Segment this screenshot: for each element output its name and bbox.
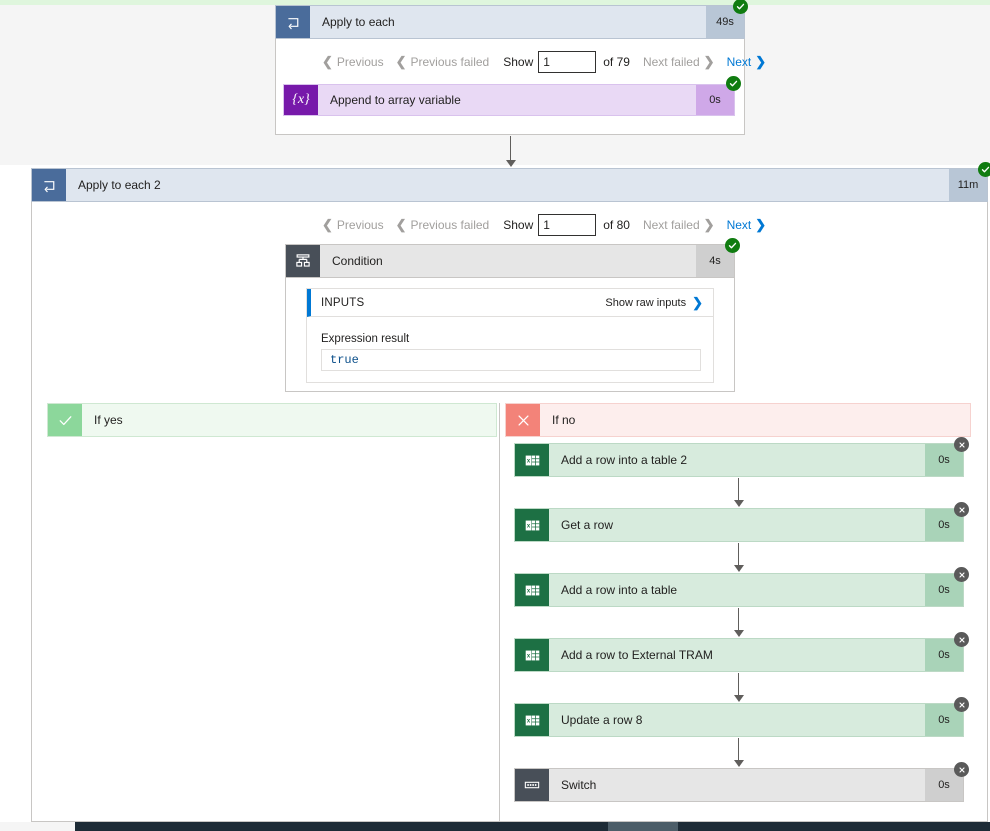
switch-icon — [515, 769, 549, 801]
connector-1 — [734, 543, 744, 572]
apply-to-each-1-title: Apply to each — [322, 15, 395, 29]
expression-result-label: Expression result — [321, 333, 410, 345]
branch-if-no-header: If no — [505, 403, 971, 437]
action-status-badge-skipped — [954, 567, 969, 582]
chevron-left-icon: ❮ — [395, 54, 407, 69]
connector-2 — [734, 608, 744, 637]
chevron-left-icon: ❮ — [322, 217, 333, 232]
action-title: Update a row 8 — [561, 713, 643, 727]
condition-status-badge — [725, 238, 740, 253]
previous-failed-button-2[interactable]: ❮ Previous failed — [390, 217, 496, 233]
action-status-badge-skipped — [954, 437, 969, 452]
previous-failed-button-1[interactable]: ❮ Previous failed — [390, 54, 496, 70]
condition-icon — [286, 245, 320, 277]
excel-icon: x — [515, 509, 549, 541]
previous-button-2[interactable]: ❮ Previous — [316, 217, 390, 233]
action-title: Append to array variable — [330, 93, 461, 107]
chevron-left-icon: ❮ — [322, 54, 333, 69]
action-card-add-a-row-into-a-table[interactable]: x Add a row into a table 0s — [514, 573, 964, 607]
connector-4 — [734, 738, 744, 767]
action-status-badge-skipped — [954, 697, 969, 712]
condition-title: Condition — [332, 254, 383, 268]
apply-to-each-1-header[interactable]: Apply to each 49s — [275, 5, 745, 39]
previous-button-1[interactable]: ❮ Previous — [316, 54, 390, 70]
chevron-right-icon: ❯ — [692, 295, 703, 310]
chevron-right-icon: ❯ — [703, 54, 715, 69]
branch-if-no-label: If no — [552, 413, 576, 427]
branch-if-yes-label: If yes — [94, 413, 123, 427]
action-title: Add a row to External TRAM — [561, 648, 713, 662]
chevron-right-icon: ❯ — [755, 54, 767, 69]
append-to-array-variable-status-badge — [726, 76, 741, 91]
apply-to-each-1-pager[interactable]: ❮ Previous ❮ Previous failed Show of 79 … — [316, 51, 772, 73]
loop-icon — [276, 6, 310, 38]
next-failed-button-2[interactable]: Next failed ❯ — [637, 217, 721, 233]
variable-icon: {x} — [284, 85, 318, 115]
inputs-heading: INPUTS — [321, 296, 365, 309]
os-taskbar — [0, 822, 990, 831]
page-number-input-1[interactable] — [538, 51, 597, 73]
action-card-get-a-row[interactable]: x Get a row 0s — [514, 508, 964, 542]
action-title: Switch — [561, 778, 597, 792]
show-raw-inputs-link[interactable]: Show raw inputs ❯ — [605, 289, 703, 317]
excel-icon: x — [515, 444, 549, 476]
expression-result-value: true — [321, 349, 701, 371]
branch-divider — [499, 403, 500, 822]
excel-icon: x — [515, 704, 549, 736]
action-card-add-a-row-into-a-table-2[interactable]: x Add a row into a table 2 0s — [514, 443, 964, 477]
apply-to-each-2-pager[interactable]: ❮ Previous ❮ Previous failed Show of 80 … — [316, 214, 772, 236]
apply-to-each-2-title: Apply to each 2 — [78, 178, 161, 192]
apply-to-each-2-status-badge — [978, 162, 990, 177]
page-count-2: of 80 — [603, 218, 630, 232]
branch-if-yes-header: If yes — [47, 403, 497, 437]
next-failed-button-1[interactable]: Next failed ❯ — [637, 54, 721, 70]
cross-icon — [506, 404, 540, 436]
action-title: Add a row into a table — [561, 583, 678, 597]
action-card-append-to-array-variable[interactable]: {x} Append to array variable 0s — [283, 84, 735, 116]
chevron-left-icon: ❮ — [395, 217, 407, 232]
next-button-1[interactable]: Next ❯ — [721, 54, 773, 70]
action-title: Get a row — [561, 518, 614, 532]
action-status-badge-skipped — [954, 762, 969, 777]
show-label-1: Show — [503, 55, 534, 69]
action-card-update-a-row-8[interactable]: x Update a row 8 0s — [514, 703, 964, 737]
page-count-1: of 79 — [603, 55, 630, 69]
page-number-input-2[interactable] — [538, 214, 597, 236]
taskbar-left-gap — [0, 822, 75, 831]
checkmark-icon — [48, 404, 82, 436]
chevron-right-icon: ❯ — [703, 217, 715, 232]
connector-loop1-to-loop2 — [506, 136, 516, 167]
condition-inputs-box: INPUTS Show raw inputs ❯ Expression resu… — [306, 288, 714, 383]
action-card-condition[interactable]: Condition 4s — [285, 244, 735, 278]
connector-0 — [734, 478, 744, 507]
next-button-2[interactable]: Next ❯ — [721, 217, 773, 233]
taskbar-active-window[interactable] — [608, 822, 678, 831]
action-card-add-a-row-to-external-tram[interactable]: x Add a row to External TRAM 0s — [514, 638, 964, 672]
chevron-right-icon: ❯ — [755, 217, 767, 232]
loop-icon — [32, 169, 66, 201]
excel-icon: x — [515, 639, 549, 671]
action-card-switch[interactable]: Switch 0s — [514, 768, 964, 802]
flow-run-canvas: Apply to each 49s ❮ Previous ❮ Previous … — [0, 0, 990, 831]
action-title: Add a row into a table 2 — [561, 453, 688, 467]
connector-3 — [734, 673, 744, 702]
apply-to-each-2-header[interactable]: Apply to each 2 11m — [31, 168, 988, 202]
inputs-header: INPUTS Show raw inputs ❯ — [307, 289, 713, 317]
show-label-2: Show — [503, 218, 534, 232]
excel-icon: x — [515, 574, 549, 606]
action-status-badge-skipped — [954, 632, 969, 647]
action-status-badge-skipped — [954, 502, 969, 517]
